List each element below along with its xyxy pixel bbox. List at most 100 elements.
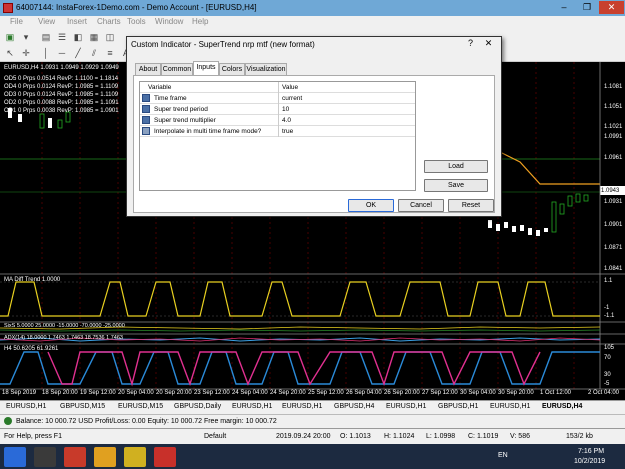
explorer-icon[interactable] — [34, 447, 56, 467]
help-button[interactable]: ? — [463, 38, 478, 50]
dialog-close-button[interactable]: ✕ — [481, 38, 496, 50]
tab-common[interactable]: Common — [161, 63, 193, 75]
chart-tab[interactable]: EURUSD,H1 — [232, 403, 272, 410]
window-title: 64007144: InstaForex-1Demo.com - Demo Ac… — [16, 3, 257, 12]
variable-name: Super trend multiplier — [154, 117, 216, 124]
chart-tab[interactable]: GBPUSD,H4 — [334, 403, 374, 410]
time-label: 23 Sep 12:00 — [194, 390, 230, 396]
status-help: For Help, press F1 — [4, 433, 62, 440]
minimize-button[interactable]: – — [553, 1, 575, 14]
dialog-titlebar: Custom Indicator - SuperTrend nrp mtf (n… — [127, 37, 501, 51]
list-icon[interactable]: ☰ — [56, 31, 68, 43]
trendline-icon[interactable]: ╱ — [72, 47, 84, 59]
language-indicator[interactable]: EN — [498, 452, 508, 459]
load-button[interactable]: Load — [424, 160, 488, 173]
cancel-button[interactable]: Cancel — [398, 199, 444, 212]
ma-diff-axis-label: -1.1 — [604, 313, 615, 319]
chevron-down-icon[interactable]: ▾ — [20, 31, 32, 43]
balance-bar: Balance: 10 000.72 USD Profit/Loss: 0.00… — [0, 414, 625, 428]
metatrader-icon[interactable] — [124, 447, 146, 467]
tab-about[interactable]: About — [135, 63, 161, 75]
chart-tab[interactable]: EURUSD,H1 — [282, 403, 322, 410]
time-label: 24 Sep 20:00 — [270, 390, 306, 396]
reset-button[interactable]: Reset — [448, 199, 494, 212]
chart-tabs: EURUSD,H1 GBPUSD,M15 EURUSD,M15 GBPUSD,D… — [0, 400, 625, 414]
tab-inputs[interactable]: Inputs — [193, 61, 219, 75]
price-label: 1.0901 — [604, 222, 623, 228]
save-button[interactable]: Save — [424, 179, 488, 192]
clock-time: 7:16 PM — [578, 448, 605, 455]
chart-tab-active[interactable]: EURUSD,H4 — [542, 403, 582, 410]
menu-charts[interactable]: Charts — [97, 17, 121, 26]
column-header-value: Value — [282, 84, 299, 91]
menu-file[interactable]: File — [10, 17, 23, 26]
time-label: 26 Sep 20:00 — [384, 390, 420, 396]
chart-tab[interactable]: EURUSD,H1 — [386, 403, 426, 410]
menu-help[interactable]: Help — [192, 17, 208, 26]
variable-value[interactable]: current — [282, 95, 302, 102]
window-titlebar: 64007144: InstaForex-1Demo.com - Demo Ac… — [0, 0, 625, 16]
chart-tab[interactable]: EURUSD,H1 — [6, 403, 46, 410]
balance-icon — [4, 417, 12, 425]
current-price-label: 1.0943 — [601, 188, 620, 194]
variable-value[interactable]: true — [282, 128, 293, 135]
price-label: 1.0931 — [604, 199, 623, 205]
app-icon — [3, 3, 13, 13]
menu-view[interactable]: View — [38, 17, 55, 26]
chrome-icon[interactable] — [64, 447, 86, 467]
menu-window[interactable]: Window — [155, 17, 183, 26]
price-label: 1.1051 — [604, 104, 623, 110]
column-divider — [278, 82, 279, 137]
price-label: 1.0871 — [604, 245, 623, 251]
cursor-icon[interactable]: ↖ — [4, 47, 16, 59]
price-label: 1.0961 — [604, 155, 623, 161]
time-label: 30 Sep 04:00 — [460, 390, 496, 396]
variable-icon — [142, 127, 150, 135]
vertical-line-icon[interactable]: │ — [40, 47, 52, 59]
time-label: 27 Sep 12:00 — [422, 390, 458, 396]
start-button[interactable] — [4, 447, 26, 467]
crosshair-icon[interactable]: ✛ — [20, 47, 32, 59]
horizontal-line-icon[interactable]: ─ — [56, 47, 68, 59]
variable-value[interactable]: 10 — [282, 106, 289, 113]
maximize-button[interactable]: ❐ — [576, 1, 598, 14]
menu-insert[interactable]: Insert — [67, 17, 87, 26]
time-label: 1 Oct 12:00 — [540, 390, 572, 396]
price-label: 1.1081 — [604, 84, 623, 90]
close-button[interactable]: ✕ — [599, 1, 624, 14]
menu-tools[interactable]: Tools — [127, 17, 146, 26]
save-icon[interactable]: ▤ — [40, 31, 52, 43]
variable-name: Super trend period — [154, 106, 208, 113]
channel-icon[interactable]: ⫽ — [88, 47, 100, 59]
chart-tab[interactable]: EURUSD,M15 — [118, 403, 163, 410]
tab-colors[interactable]: Colors — [219, 63, 245, 75]
tab-visualization[interactable]: Visualization — [245, 63, 287, 75]
variable-icon — [142, 94, 150, 102]
variable-value[interactable]: 4.0 — [282, 117, 291, 124]
chart-symbol-label: EURUSD,H4 1.0931 1.0949 1.0929 1.0949 — [4, 65, 119, 71]
app-icon[interactable] — [154, 447, 176, 467]
status-high: H: 1.1024 — [384, 433, 415, 440]
fibonacci-icon[interactable]: ≡ — [104, 47, 116, 59]
ok-button[interactable]: OK — [348, 199, 394, 212]
time-label: 18 Sep 20:00 — [42, 390, 78, 396]
rsi-axis-label: -5 — [604, 381, 610, 387]
terminal-icon[interactable]: ▦ — [88, 31, 100, 43]
variable-name: Time frame — [154, 95, 187, 102]
chart-tab[interactable]: EURUSD,H1 — [490, 403, 530, 410]
ma-diff-line — [0, 281, 600, 317]
status-close: C: 1.1019 — [468, 433, 499, 440]
balance-text: Balance: 10 000.72 USD Profit/Loss: 0.00… — [16, 418, 277, 425]
chart-tab[interactable]: GBPUSD,H1 — [438, 403, 478, 410]
history-icon[interactable]: ◫ — [104, 31, 116, 43]
rsi-axis-label: 70 — [604, 355, 611, 361]
order-line: OD4 0 Prps 0.0124 RevP: 1.0985 = 1.1109 — [4, 84, 119, 90]
chart-tab[interactable]: GBPUSD,Daily — [174, 403, 221, 410]
chart-tab[interactable]: GBPUSD,M15 — [60, 403, 105, 410]
navigator-icon[interactable]: ◧ — [72, 31, 84, 43]
rsi-label: H4 50.6205 61.9261 — [4, 346, 59, 352]
folder-icon[interactable] — [94, 447, 116, 467]
rsi-axis-label: 30 — [604, 372, 611, 378]
price-label: 1.0841 — [604, 266, 623, 272]
new-order-icon[interactable]: ▣ — [4, 31, 16, 43]
